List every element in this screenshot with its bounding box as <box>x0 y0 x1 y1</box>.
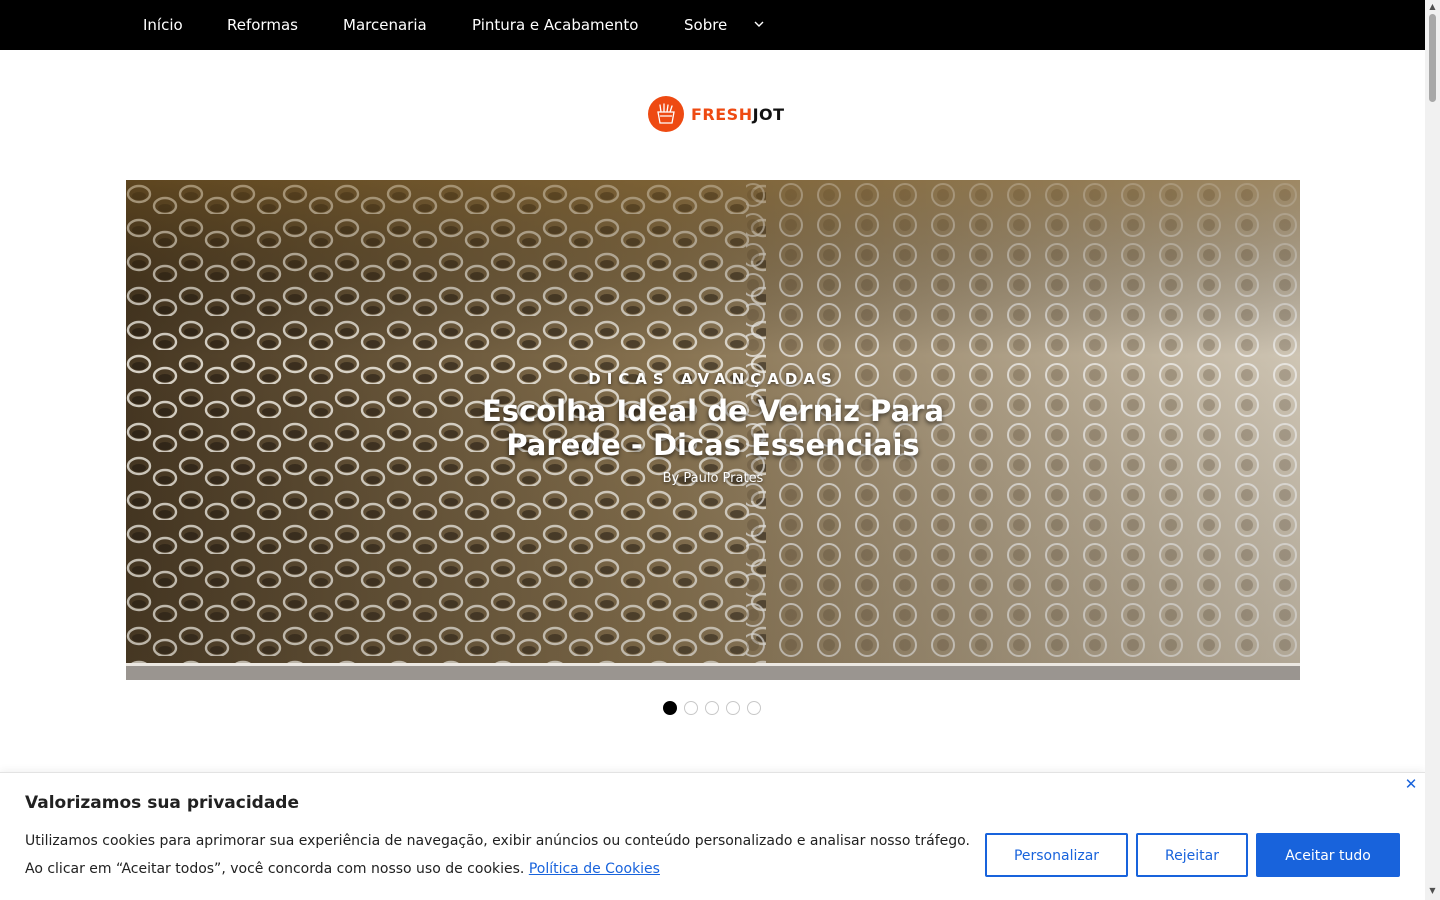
cookie-text-line2-body: Ao clicar em “Aceitar todos”, você conco… <box>25 861 525 877</box>
scroll-down-icon[interactable]: ▼ <box>1425 884 1440 898</box>
customize-button[interactable]: Personalizar <box>985 833 1128 877</box>
logo-text-fresh: FRESH <box>691 104 753 124</box>
slider-dot-2[interactable] <box>684 701 698 715</box>
slider-pagination <box>663 701 761 715</box>
nav-item-pintura-e-acabamento[interactable]: Pintura e Acabamento <box>472 0 638 50</box>
slider-dot-5[interactable] <box>747 701 761 715</box>
scroll-up-icon[interactable]: ▲ <box>1425 0 1440 14</box>
close-icon[interactable]: ✕ <box>1404 777 1418 792</box>
nav-item-sobre[interactable]: Sobre <box>684 0 727 50</box>
cookie-text-line1: Utilizamos cookies para aprimorar sua ex… <box>25 833 970 849</box>
slider-dot-3[interactable] <box>705 701 719 715</box>
main-navigation: Início Reformas Marcenaria Pintura e Aca… <box>0 0 1425 50</box>
nav-item-inicio[interactable]: Início <box>143 0 183 50</box>
hero-slide[interactable]: DICAS AVANÇADAS Escolha Ideal de Verniz … <box>126 180 1300 680</box>
nav-item-reformas[interactable]: Reformas <box>227 0 298 50</box>
slider-dot-1[interactable] <box>663 701 677 715</box>
post-category[interactable]: DICAS AVANÇADAS <box>126 370 1300 388</box>
slider-dot-4[interactable] <box>726 701 740 715</box>
post-byline: By Paulo Prates <box>662 471 764 486</box>
cookie-text-line2: Ao clicar em “Aceitar todos”, você conco… <box>25 861 660 877</box>
chevron-down-icon[interactable] <box>752 17 766 31</box>
page-scrollbar[interactable]: ▲ ▼ <box>1425 0 1440 900</box>
site-logo[interactable]: FRESHJOT <box>648 96 785 132</box>
cookie-heading: Valorizamos sua privacidade <box>25 793 300 813</box>
post-title[interactable]: Escolha Ideal de Verniz Para Parede - Di… <box>463 394 963 462</box>
nav-item-marcenaria[interactable]: Marcenaria <box>343 0 427 50</box>
reject-button[interactable]: Rejeitar <box>1136 833 1248 877</box>
accept-all-button[interactable]: Aceitar tudo <box>1256 833 1400 877</box>
fries-icon <box>648 96 684 132</box>
cookie-policy-link[interactable]: Política de Cookies <box>529 861 660 877</box>
scrollbar-thumb[interactable] <box>1429 14 1436 102</box>
cookie-consent-banner: ✕ Valorizamos sua privacidade Utilizamos… <box>0 772 1425 900</box>
logo-text-jot: JOT <box>752 104 785 124</box>
logo-wordmark: FRESHJOT <box>691 105 785 124</box>
page: Início Reformas Marcenaria Pintura e Aca… <box>0 0 1425 900</box>
